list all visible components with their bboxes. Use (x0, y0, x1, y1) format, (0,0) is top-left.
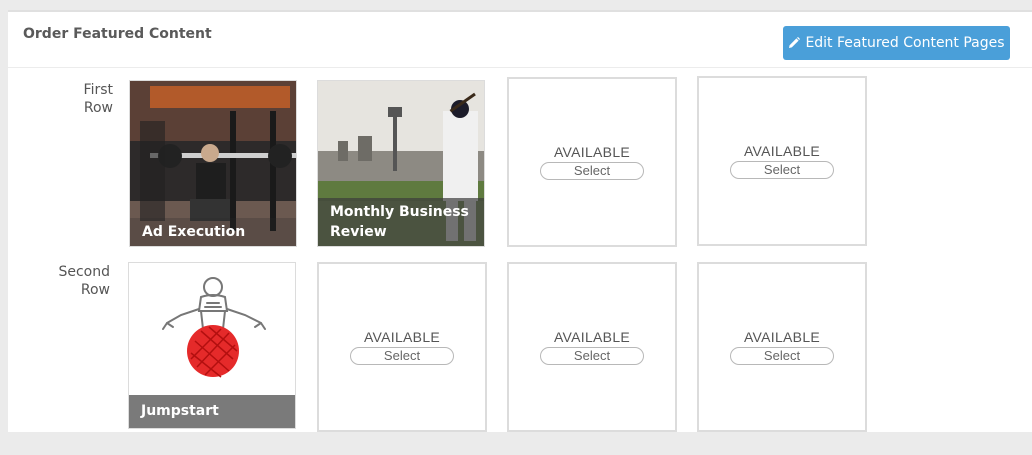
featured-slot-available: AVAILABLE Select (697, 262, 867, 432)
pencil-icon (789, 37, 801, 48)
available-label: AVAILABLE (743, 143, 821, 159)
edit-featured-content-button[interactable]: Edit Featured Content Pages (783, 26, 1010, 60)
available-label: AVAILABLE (743, 329, 821, 345)
featured-tile-monthly-business-review[interactable]: Monthly Business Review (317, 80, 485, 247)
select-button[interactable]: Select (540, 162, 644, 180)
featured-slot-available: AVAILABLE Select (507, 77, 677, 247)
tile-caption: Ad Execution (130, 218, 296, 246)
featured-tile-ad-execution[interactable]: Ad Execution (129, 80, 297, 247)
panel-title: Order Featured Content (23, 26, 212, 42)
row-label-line1: Second (58, 264, 110, 280)
tile-caption: Jumpstart (129, 395, 295, 428)
featured-slot-available: AVAILABLE Select (507, 262, 677, 432)
row-label-line2: Row (80, 282, 110, 298)
featured-slot-available: AVAILABLE Select (317, 262, 487, 432)
select-button[interactable]: Select (350, 347, 454, 365)
available-label: AVAILABLE (553, 144, 631, 160)
featured-slot-available: AVAILABLE Select (697, 76, 867, 246)
edit-button-label: Edit Featured Content Pages (805, 35, 1005, 51)
second-row-label: Second Row (30, 263, 110, 299)
row-label-line1: First (83, 82, 113, 98)
tile-caption-line1: Monthly Business (330, 204, 469, 220)
panel-header: Order Featured Content Edit Featured Con… (8, 12, 1032, 68)
tile-caption: Monthly Business Review (318, 198, 484, 246)
first-row-label: First Row (33, 81, 113, 117)
row-label-line2: Row (83, 100, 113, 116)
select-button[interactable]: Select (730, 161, 834, 179)
featured-tile-jumpstart[interactable]: Jumpstart (128, 262, 296, 429)
select-button[interactable]: Select (540, 347, 644, 365)
tile-caption-line2: Review (330, 224, 387, 240)
select-button[interactable]: Select (730, 347, 834, 365)
available-label: AVAILABLE (553, 329, 631, 345)
available-label: AVAILABLE (363, 329, 441, 345)
